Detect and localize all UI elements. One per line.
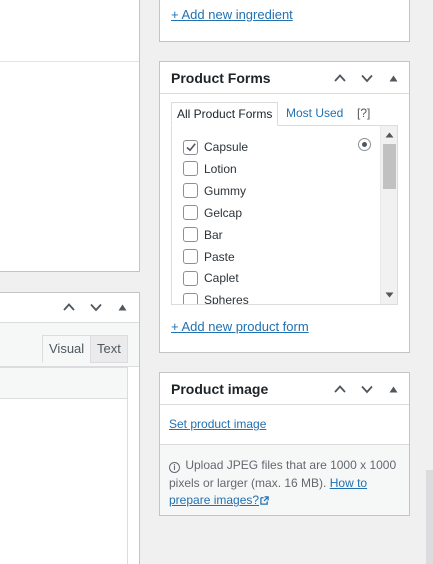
postbox-controls [331, 69, 401, 87]
toggle-triangle-icon [118, 304, 126, 310]
product-forms-title: Product Forms [171, 70, 271, 86]
tab-help[interactable]: [?] [357, 102, 370, 126]
scroll-down-icon [385, 292, 393, 298]
checkbox[interactable] [183, 161, 198, 177]
product-image-help: i Upload JPEG files that are 1000 x 1000… [160, 445, 409, 515]
product-image-title: Product image [171, 381, 269, 397]
checklist-item-paste[interactable]: Paste [183, 246, 235, 268]
checklist-item-capsule[interactable]: Capsule [183, 136, 248, 158]
checkbox[interactable] [183, 205, 198, 221]
checklist-item-label: Caplet [204, 271, 239, 286]
upload-info-text: i Upload JPEG files that are 1000 x 1000… [169, 457, 397, 510]
scroll-up-icon [385, 132, 393, 138]
chevron-up-icon [334, 385, 346, 393]
postbox-header [0, 293, 139, 323]
checklist-item-gummy[interactable]: Gummy [183, 180, 246, 202]
move-down-button[interactable] [87, 298, 105, 316]
checkbox[interactable] [183, 183, 198, 199]
postbox-header: Product Forms [160, 62, 409, 94]
product-forms-box: Product Forms All Product Forms Most Use… [159, 61, 410, 353]
editor-tabs-bar: Visual Text [0, 323, 139, 367]
scroll-up-arrow[interactable] [381, 127, 397, 143]
postbox-header: Product image [160, 373, 409, 405]
move-down-button[interactable] [358, 380, 376, 398]
checkmark-icon [185, 143, 196, 152]
toggle-panel-button[interactable] [385, 69, 401, 87]
checklist-item-label: Gelcap [204, 205, 243, 220]
postbox-controls [60, 298, 130, 316]
editor-content-area[interactable] [0, 399, 128, 564]
add-new-product-form-link[interactable]: + Add new product form [171, 319, 309, 334]
checklist-item-label: Paste [204, 249, 235, 264]
move-up-button[interactable] [331, 380, 349, 398]
checkbox[interactable] [183, 270, 198, 286]
chevron-down-icon [361, 385, 373, 394]
divider [0, 61, 139, 62]
checklist-item-gelcap[interactable]: Gelcap [183, 202, 242, 224]
tab-most-used[interactable]: Most Used [286, 102, 343, 126]
left-postbox-top [0, 0, 140, 272]
info-icon: i [169, 462, 180, 473]
left-postbox-editor: Visual Text [0, 292, 140, 564]
checklist-item-lotion[interactable]: Lotion [183, 158, 237, 180]
chevron-down-icon [90, 303, 102, 312]
add-new-ingredient-link[interactable]: + Add new ingredient [171, 7, 293, 22]
category-checklist-panel: Capsule Lotion Gummy Gelcap Bar Paste Caplet Sp… [171, 125, 398, 305]
scroll-thumb[interactable] [383, 144, 396, 189]
checklist-item-label: Bar [204, 227, 223, 242]
checklist-item-label: Capsule [204, 140, 249, 154]
scroll-down-arrow[interactable] [381, 287, 397, 303]
postbox-controls [331, 380, 401, 398]
chevron-up-icon [334, 74, 346, 82]
set-product-image-link[interactable]: Set product image [169, 417, 266, 431]
checklist-item-label: Spheres [204, 293, 249, 305]
tab-all-product-forms[interactable]: All Product Forms [171, 102, 279, 126]
checklist-item-label: Lotion [204, 161, 237, 176]
move-up-button[interactable] [60, 298, 78, 316]
tab-text[interactable]: Text [90, 335, 128, 363]
toggle-triangle-icon [389, 386, 397, 392]
toggle-triangle-icon [389, 75, 397, 81]
checklist-item-bar[interactable]: Bar [183, 224, 223, 246]
chevron-down-icon [361, 74, 373, 83]
checkbox[interactable] [183, 292, 198, 304]
move-down-button[interactable] [358, 69, 376, 87]
toggle-panel-button[interactable] [114, 298, 130, 316]
product-image-box: Product image Set product image i Upload… [159, 372, 410, 516]
ingredients-box: + Add new ingredient [159, 0, 410, 42]
tab-visual[interactable]: Visual [42, 335, 92, 363]
checkbox[interactable] [183, 227, 198, 243]
checklist-item-label: Gummy [204, 183, 246, 198]
page-scrollbar[interactable] [426, 470, 433, 564]
checklist-item-spheres[interactable]: Spheres [183, 289, 249, 305]
left-column: Visual Text [0, 0, 141, 564]
category-checklist: Capsule Lotion Gummy Gelcap Bar Paste Caplet Sp… [172, 126, 381, 304]
checklist-scrollbar[interactable] [380, 126, 397, 304]
checkbox[interactable] [183, 249, 198, 264]
toggle-panel-button[interactable] [385, 380, 401, 398]
move-up-button[interactable] [331, 69, 349, 87]
chevron-up-icon [63, 303, 75, 311]
editor-toolbar [0, 367, 128, 399]
checkbox-checked[interactable] [183, 139, 198, 155]
external-link-icon [260, 496, 269, 505]
checklist-item-caplet[interactable]: Caplet [183, 267, 239, 289]
product-image-body: Set product image [160, 405, 409, 445]
radio-icon[interactable] [358, 138, 371, 151]
